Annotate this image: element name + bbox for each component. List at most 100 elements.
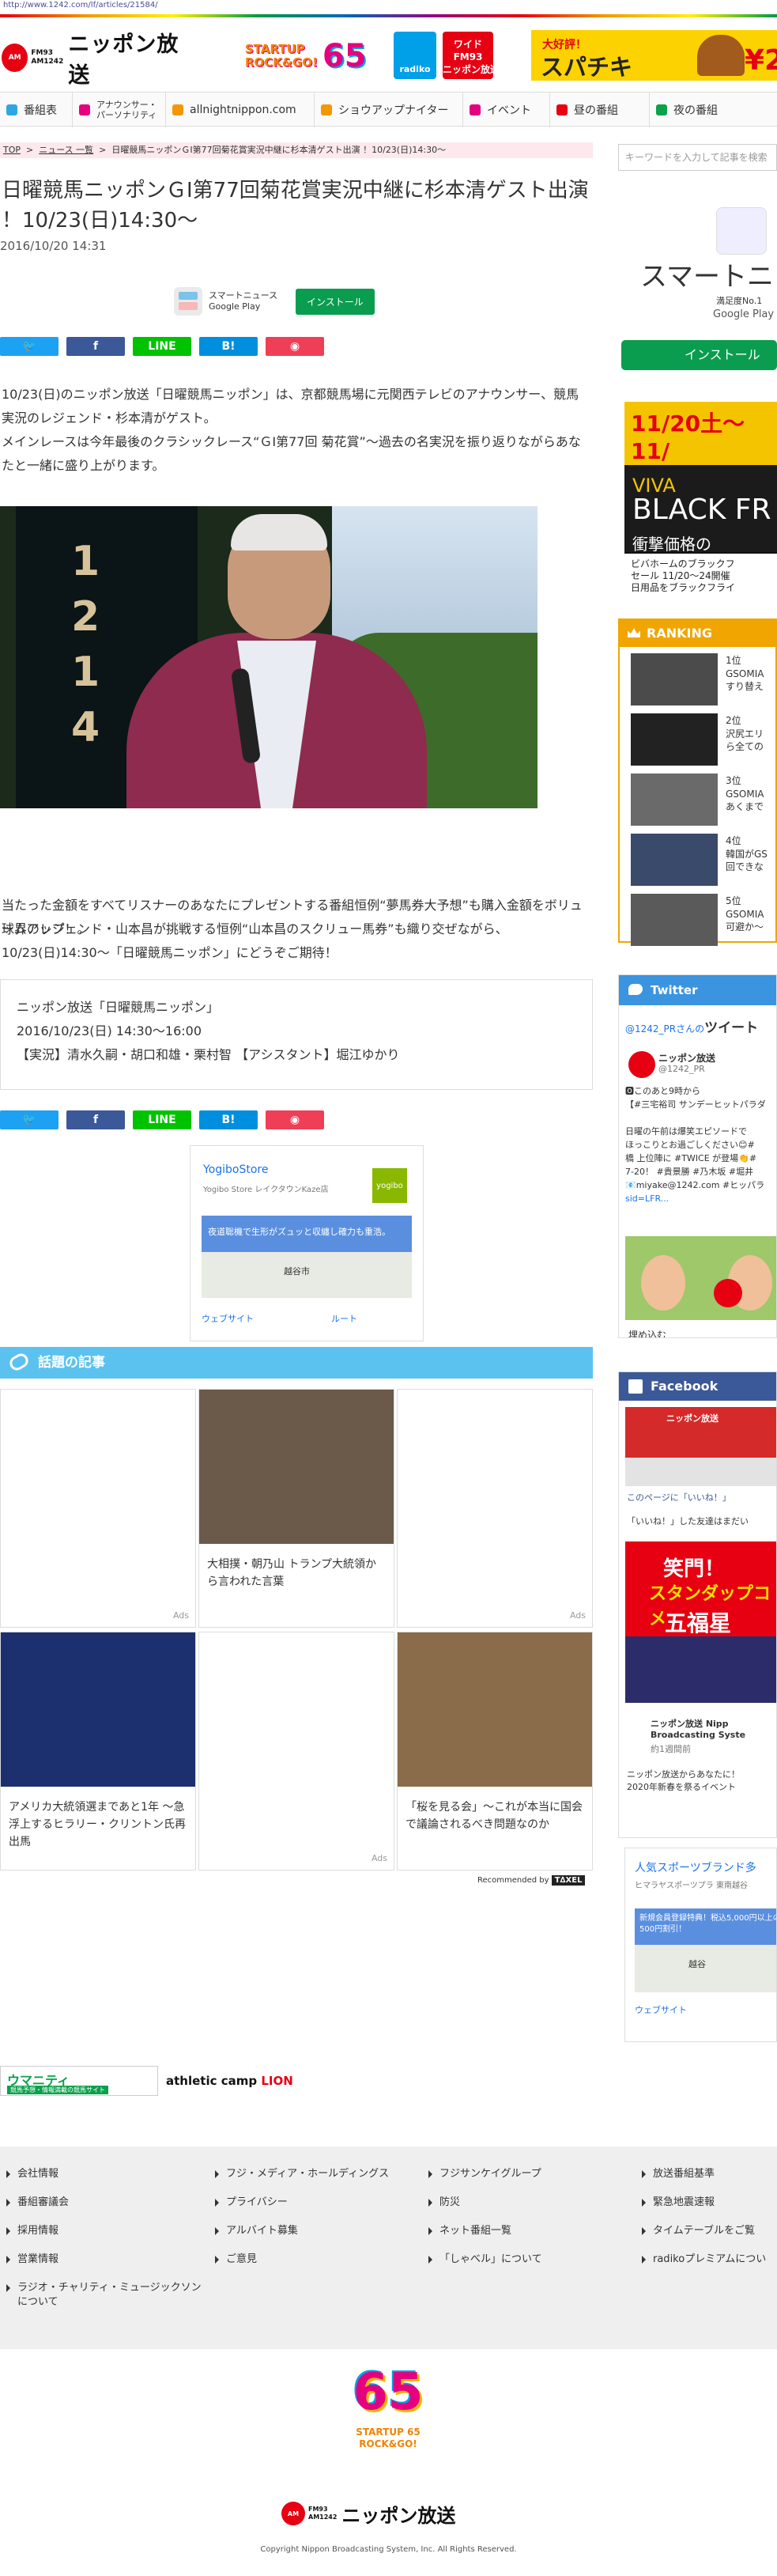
program-info-box: ニッポン放送「日曜競馬ニッポン」 2016/10/23(日) 14:30〜16:… bbox=[0, 979, 593, 1090]
recommended-by[interactable]: Recommended by T∆XEL bbox=[477, 1875, 586, 1886]
tweet-line: 📧miyake@1242.com #ヒッパラ bbox=[625, 1180, 765, 1190]
hatena-share-button[interactable]: B! bbox=[199, 337, 258, 356]
sidebar-install-button[interactable]: インストール bbox=[621, 340, 777, 370]
site-logo[interactable]: AM FM93 AM1242 ニッポン放送 bbox=[2, 32, 191, 88]
footer-link[interactable]: フジ・メディア・ホールディングス bbox=[215, 2167, 417, 2181]
facebook-page-name[interactable]: ニッポン放送 bbox=[666, 1412, 776, 1424]
footer-link[interactable]: 「しゃべル」について bbox=[428, 2253, 631, 2267]
facebook-post-author2: Broadcasting Syste bbox=[651, 1730, 746, 1740]
ranking-item[interactable]: 2位 沢尻エリ ら全ての bbox=[631, 713, 777, 769]
nav-item-schedule[interactable]: 番組表 bbox=[0, 93, 73, 127]
footer-link[interactable]: ラジオ・チャリティ・ミュージックソンについて bbox=[6, 2281, 209, 2309]
ranking-text: GSOMIA すり替え bbox=[726, 668, 764, 692]
embed-link[interactable]: 埋め込む bbox=[628, 1328, 666, 1337]
line-share-button[interactable]: LINE bbox=[133, 1110, 191, 1129]
footer-link[interactable]: 番組審議会 bbox=[6, 2196, 209, 2210]
footer-link[interactable]: ご意見 bbox=[215, 2253, 417, 2267]
pocket-share-button[interactable]: ◉ bbox=[266, 337, 324, 356]
install-button[interactable]: インストール bbox=[296, 288, 375, 315]
topic-card[interactable]: アメリカ大統領選まであと1年 〜急浮上するヒラリー・クリントン氏再出馬 bbox=[0, 1632, 196, 1871]
footer-link[interactable]: ネット番組一覧 bbox=[428, 2224, 631, 2238]
wide-fm-button[interactable]: ワイド FM93 ニッポン放送 bbox=[443, 32, 500, 79]
footer-anniversary-logo[interactable]: 65 STARTUP 65 ROCK&GO! bbox=[343, 2363, 433, 2463]
breadcrumb-top[interactable]: TOP bbox=[3, 145, 21, 155]
twitter-title: Twitter bbox=[651, 983, 698, 997]
radiko-button[interactable]: radiko bbox=[394, 32, 436, 79]
ranking-thumb bbox=[631, 713, 718, 766]
umanity-banner[interactable]: ウマニティ 競馬予想・情報満載の競馬サイト bbox=[0, 2066, 158, 2096]
nav-item-showup-nighter[interactable]: ショウアップナイター bbox=[315, 93, 463, 127]
nav-item-night[interactable]: 夜の番組 bbox=[650, 93, 777, 127]
map-ad-title: 人気スポーツブランド多 bbox=[635, 1862, 756, 1874]
facebook-post-author[interactable]: ニッポン放送 Nipp bbox=[651, 1717, 776, 1730]
sidebar-smartnews[interactable]: スマートニュ 満足度No.1 Google Play インストール bbox=[618, 207, 777, 380]
topic-image bbox=[199, 1632, 394, 1787]
ranking-item[interactable]: 1位 GSOMIA すり替え bbox=[631, 653, 777, 709]
route-button[interactable]: ルート bbox=[331, 1312, 357, 1325]
recommended-label: Recommended by bbox=[477, 1876, 549, 1885]
nav-item-daytime[interactable]: 昼の番組 bbox=[550, 93, 650, 127]
footer-link[interactable]: フジサンケイグループ bbox=[428, 2167, 631, 2181]
website-button[interactable]: ウェブサイト bbox=[635, 2003, 687, 2016]
footer-link[interactable]: 放送番組基準 bbox=[642, 2167, 777, 2181]
tweet-line[interactable]: sid=LFR... bbox=[625, 1192, 776, 1205]
topic-card[interactable]: 大相撲・朝乃山 トランプ大統領から言われた言葉 bbox=[198, 1389, 394, 1628]
tweet-handle: @1242_PR bbox=[658, 1064, 705, 1074]
twitter-handle-line[interactable]: @1242_PRさんのツイート bbox=[625, 1016, 758, 1036]
ranking-item[interactable]: 4位 韓国がGS 回できな bbox=[631, 834, 777, 889]
footer-link[interactable]: 会社情報 bbox=[6, 2167, 209, 2181]
ranking-thumb bbox=[631, 894, 718, 946]
footer-link[interactable]: 営業情報 bbox=[6, 2253, 209, 2267]
sidebar-map-ad[interactable]: 人気スポーツブランド多 ヒマラヤスポーツプラ 東南越谷 新規会員登録特典！税込5… bbox=[624, 1848, 777, 2042]
google-play-label: Google Play bbox=[713, 308, 775, 320]
twitter-share-button[interactable]: 🐦 bbox=[0, 337, 58, 356]
footer-link[interactable]: 防災 bbox=[428, 2196, 631, 2210]
twitter-at-big: ツイート bbox=[704, 1020, 759, 1036]
athletic-camp-banner[interactable]: athletic camp LION bbox=[166, 2074, 293, 2088]
facebook-share-button[interactable]: f bbox=[66, 337, 125, 356]
smartnews-banner[interactable]: スマートニュース Google Play インストール bbox=[174, 283, 419, 320]
main-nav: 番組表 アナウンサー・ パーソナリティ allnightnippon.com シ… bbox=[0, 92, 777, 127]
breadcrumb-news[interactable]: ニュース 一覧 bbox=[39, 145, 93, 155]
footer-link[interactable]: 採用情報 bbox=[6, 2224, 209, 2238]
twitter-bird-icon bbox=[628, 984, 643, 995]
facebook-post-text2: 2020年新春を祭るイベント bbox=[627, 1782, 736, 1792]
topic-card[interactable]: 「桜を見る会」〜これが本当に国会で議論されるべき問題なのか bbox=[397, 1632, 593, 1871]
facebook-share-button[interactable]: f bbox=[66, 1110, 125, 1129]
black-friday-ad[interactable]: 11/20土〜11/ VIVA BLACK FR 衝撃価格の ビバホームのブラッ… bbox=[624, 402, 777, 600]
search-input[interactable]: キーワードを入力して記事を検索 bbox=[618, 144, 777, 171]
topic-card[interactable]: Ads bbox=[0, 1389, 196, 1628]
footer-link[interactable]: タイムテーブルをご覧 bbox=[642, 2224, 777, 2238]
address-bar[interactable]: http://www.1242.com/lf/articles/21584/ bbox=[0, 0, 158, 11]
facebook-post-image[interactable]: 笑門！ スタンダップコメ 五福星 bbox=[625, 1541, 776, 1703]
line-share-button[interactable]: LINE bbox=[133, 337, 191, 356]
website-button[interactable]: ウェブサイト bbox=[202, 1312, 254, 1325]
topic-card[interactable]: Ads bbox=[198, 1632, 394, 1871]
pocket-share-button[interactable]: ◉ bbox=[266, 1110, 324, 1129]
tweet-video[interactable] bbox=[625, 1236, 776, 1320]
nav-label: 番組表 bbox=[24, 104, 57, 117]
nav-item-announcers[interactable]: アナウンサー・ パーソナリティ bbox=[73, 93, 166, 127]
topic-card[interactable]: Ads bbox=[397, 1389, 593, 1628]
footer-link[interactable]: プライバシー bbox=[215, 2196, 417, 2210]
facebook-icon bbox=[628, 1379, 643, 1394]
nav-item-event[interactable]: イベント bbox=[463, 93, 550, 127]
footer-link[interactable]: アルバイト募集 bbox=[215, 2224, 417, 2238]
anniversary-banner[interactable]: STARTUP ROCK&GO! 65 bbox=[245, 33, 384, 79]
ranking-item[interactable]: 5位 GSOMIA 可避か〜 bbox=[631, 894, 777, 949]
map-ad[interactable]: YogiboStore Yogibo Store レイクタウンKaze店 yog… bbox=[190, 1145, 424, 1341]
scoreboard-digit: 4 bbox=[71, 704, 100, 751]
ranking-item[interactable]: 3位 GSOMIA あくまで bbox=[631, 774, 777, 829]
footer-link[interactable]: 緊急地震速報 bbox=[642, 2196, 777, 2210]
facebook-like-page[interactable]: このページに「いいね！」 bbox=[627, 1491, 776, 1504]
play-icon[interactable] bbox=[714, 1279, 742, 1307]
footer-logo[interactable]: AM FM93 AM1242 ニッポン放送 bbox=[281, 2499, 503, 2528]
twitter-share-button[interactable]: 🐦 bbox=[0, 1110, 58, 1129]
avatar[interactable] bbox=[628, 1051, 655, 1078]
tweet-author[interactable]: ニッポン放送 bbox=[658, 1051, 715, 1065]
header-ad[interactable]: 大好評！ スパチキ ¥20 bbox=[531, 30, 777, 81]
nav-item-allnightnippon[interactable]: allnightnippon.com bbox=[166, 93, 315, 127]
nav-label: 昼の番組 bbox=[574, 104, 618, 117]
hatena-share-button[interactable]: B! bbox=[199, 1110, 258, 1129]
footer-link[interactable]: radikoプレミアムについ bbox=[642, 2253, 777, 2267]
